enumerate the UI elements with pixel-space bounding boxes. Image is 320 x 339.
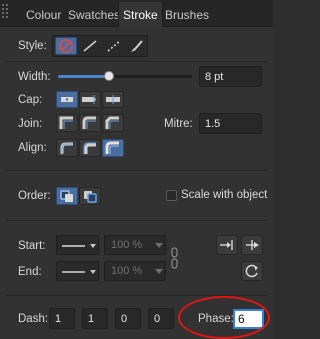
arrow-position-inside-button[interactable] (216, 235, 238, 255)
end-scale-field: 100 % (104, 261, 166, 281)
join-label: Join: (18, 118, 43, 130)
tab-brushes[interactable]: Brushes (161, 2, 213, 27)
brush-icon (131, 40, 143, 52)
start-label: Start: (18, 240, 46, 252)
align-inside-icon (83, 142, 96, 154)
arrow-end-inside-icon (220, 240, 233, 250)
style-label: Style: (18, 40, 47, 52)
start-arrowhead-dropdown[interactable] (56, 235, 99, 255)
mitre-label: Mitre: (164, 118, 193, 130)
end-arrowhead-line-icon (62, 270, 96, 274)
width-slider-fill (58, 75, 110, 78)
fill-over-stroke-icon (60, 190, 73, 202)
chain-link-icon (171, 247, 178, 269)
order-fill-over-stroke-button[interactable] (56, 187, 78, 205)
align-label: Align: (18, 142, 47, 154)
mitre-input[interactable]: 1.5 (199, 113, 262, 134)
divider (6, 220, 267, 221)
divider (6, 61, 267, 62)
brush-button[interactable] (125, 37, 147, 55)
chevron-down-icon (155, 269, 163, 274)
highlight-ring (178, 296, 270, 339)
end-label: End: (18, 266, 42, 278)
dash-label: Dash: (18, 313, 49, 325)
butt-cap-icon (61, 97, 73, 102)
dash-input-2[interactable]: 1 (82, 308, 108, 329)
tab-colour[interactable]: Colour (22, 2, 65, 27)
width-input[interactable]: 8 pt (199, 66, 262, 87)
start-scale-field: 100 % (104, 235, 166, 255)
scale-with-object-checkbox[interactable] (166, 190, 177, 201)
swap-arrows-icon (245, 264, 258, 278)
width-slider-handle[interactable] (104, 71, 114, 81)
dash-input-4[interactable]: 0 (148, 308, 174, 329)
align-inside-button[interactable] (79, 139, 101, 157)
tab-stroke[interactable]: Stroke (118, 2, 163, 27)
align-center-icon (60, 142, 73, 154)
dashed-line-button[interactable] (103, 37, 125, 55)
arrow-end-outside-icon (246, 240, 259, 250)
link-scale-button[interactable] (170, 246, 180, 270)
start-scale-value: 100 % (111, 239, 143, 251)
scale-with-object-label: Scale with object (181, 189, 268, 201)
tab-swatches[interactable]: Swatches (64, 2, 124, 27)
order-label: Order: (18, 190, 51, 202)
cap-butt-button[interactable] (56, 91, 78, 108)
solid-line-icon (83, 40, 97, 52)
cap-label: Cap: (18, 94, 43, 106)
start-arrowhead-line-icon (62, 244, 96, 248)
join-mitre-button[interactable] (56, 114, 78, 132)
style-selector (52, 35, 148, 57)
end-scale-value: 100 % (111, 265, 143, 277)
divider (6, 170, 267, 171)
round-join-icon (82, 116, 96, 129)
join-bevel-button[interactable] (102, 114, 124, 132)
width-label: Width: (18, 71, 51, 83)
none-style-button[interactable] (55, 37, 77, 55)
align-outside-button[interactable] (102, 139, 124, 157)
dashed-line-icon (107, 40, 121, 52)
cap-round-button[interactable] (79, 91, 101, 108)
chevron-down-icon (155, 243, 163, 248)
solid-line-button[interactable] (79, 37, 101, 55)
mitre-join-icon (59, 116, 73, 129)
cap-square-button[interactable] (102, 91, 124, 108)
none-style-icon (59, 39, 73, 53)
stroke-over-fill-icon (84, 191, 97, 203)
drag-handle-icon[interactable] (2, 4, 10, 22)
swap-arrowheads-button[interactable] (241, 261, 263, 281)
end-arrowhead-dropdown[interactable] (56, 261, 99, 281)
square-cap-icon (106, 95, 120, 104)
tab-bar: Colour Swatches Stroke Brushes (0, 0, 273, 27)
round-cap-icon (82, 95, 96, 104)
bevel-join-icon (105, 116, 119, 129)
join-round-button[interactable] (79, 114, 101, 132)
dash-input-3[interactable]: 0 (115, 308, 141, 329)
dash-input-1[interactable]: 1 (49, 308, 75, 329)
align-outside-icon (105, 141, 119, 154)
stroke-panel: Colour Swatches Stroke Brushes Style: Wi… (0, 0, 273, 339)
align-center-button[interactable] (56, 139, 78, 157)
arrow-position-outside-button[interactable] (241, 235, 263, 255)
order-stroke-over-fill-button[interactable] (79, 187, 101, 205)
